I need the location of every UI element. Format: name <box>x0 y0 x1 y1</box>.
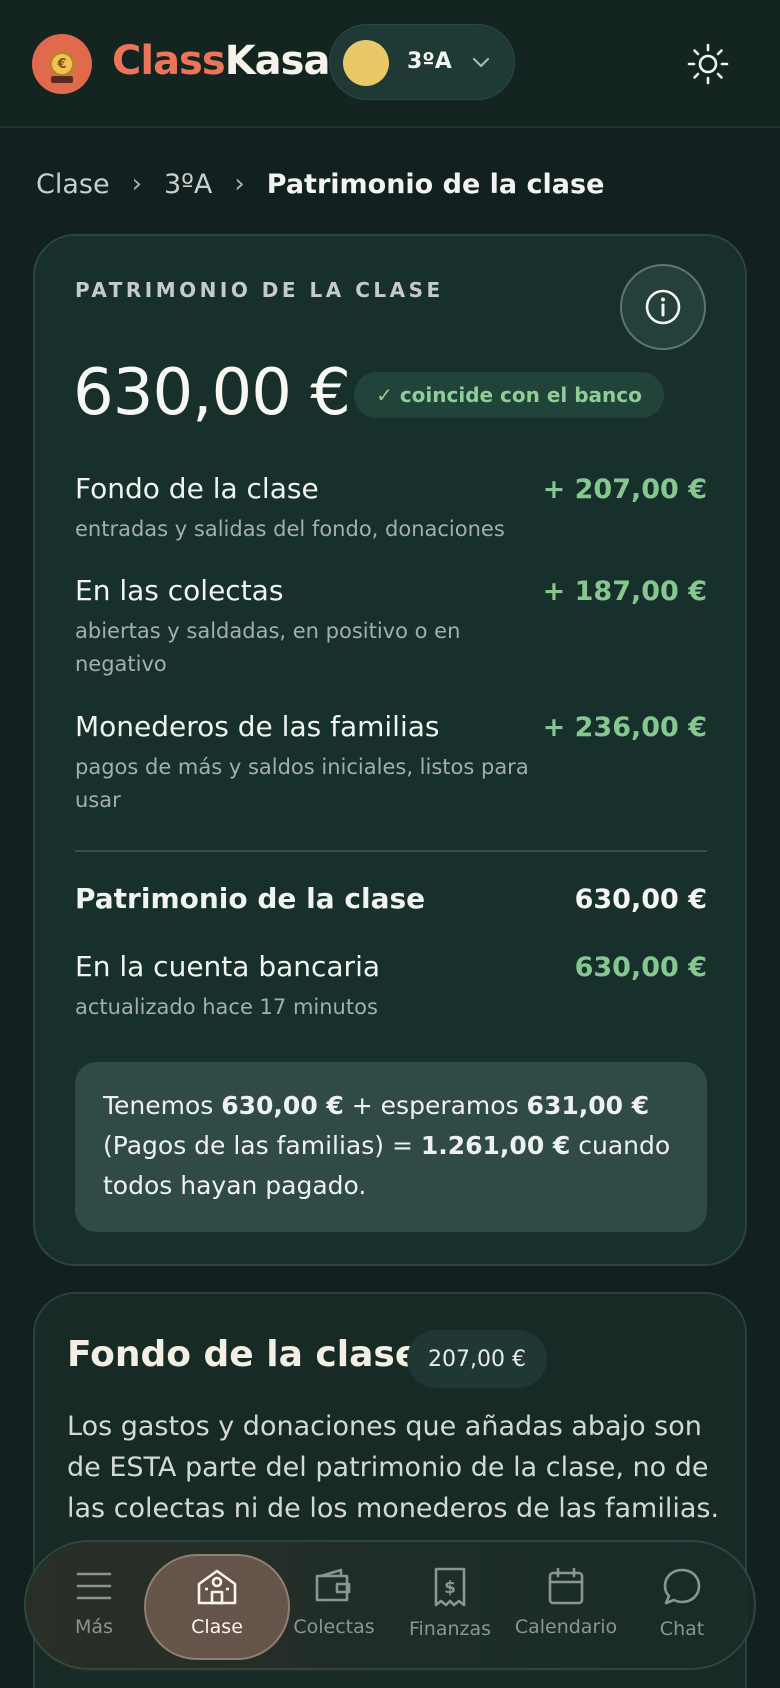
nav-label: Clase <box>191 1616 243 1638</box>
bank-match-badge: ✓ coincide con el banco <box>354 372 664 418</box>
receipt-icon: $ <box>434 1567 466 1607</box>
brand-part1: Class <box>112 38 226 84</box>
menu-icon <box>76 1572 112 1600</box>
school-icon <box>197 1569 237 1605</box>
nav-label: Colectas <box>293 1616 375 1638</box>
breadcrumb-current: Patrimonio de la clase <box>266 168 605 200</box>
divider <box>75 850 707 852</box>
patrimonio-card: PATRIMONIO DE LA CLASE 630,00 € ✓ coinci… <box>33 234 747 1266</box>
row-subtitle: abiertas y saldadas, en positivo o en ne… <box>75 619 461 676</box>
row-bank-account: En la cuenta bancaria actualizado hace 1… <box>75 950 707 1024</box>
row-value: + 187,00 € <box>542 576 707 607</box>
nav-item-calendario[interactable]: Calendario <box>508 1542 624 1672</box>
app-header: € ClassKasa 3ºA <box>0 0 780 128</box>
nav-label: Chat <box>659 1618 705 1640</box>
wallet-icon <box>315 1568 351 1602</box>
breadcrumb-item-class[interactable]: 3ºA <box>164 169 212 200</box>
row-fondo: Fondo de la clase entradas y salidas del… <box>75 472 707 546</box>
brand-name[interactable]: ClassKasa <box>112 38 331 84</box>
nav-item-chat[interactable]: Chat <box>624 1542 740 1672</box>
row-patrimonio-total: Patrimonio de la clase 630,00 € <box>75 882 707 915</box>
class-selector[interactable]: 3ºA <box>329 24 515 100</box>
row-colectas: En las colectas abiertas y saldadas, en … <box>75 574 707 681</box>
row-value: 630,00 € <box>574 952 707 983</box>
coin-logo-icon[interactable]: € <box>32 34 92 94</box>
sun-icon[interactable] <box>686 42 730 86</box>
fondo-amount-badge: 207,00 € <box>407 1330 547 1388</box>
nav-item-colectas[interactable]: Colectas <box>276 1542 392 1672</box>
chevron-down-icon <box>472 57 490 68</box>
info-icon <box>645 289 681 325</box>
expected-total-note: Tenemos 630,00 € + esperamos 631,00 € (P… <box>75 1062 707 1232</box>
row-subtitle: actualizado hace 17 minutos <box>75 995 378 1019</box>
nav-label: Más <box>75 1616 113 1638</box>
breadcrumb-separator-icon: › <box>234 169 245 199</box>
row-subtitle: entradas y salidas del fondo, donaciones <box>75 517 505 541</box>
row-subtitle: pagos de más y saldos iniciales, listos … <box>75 755 529 812</box>
row-value: + 236,00 € <box>542 712 707 743</box>
brand-part2: Kasa <box>224 38 331 84</box>
chat-icon <box>663 1568 701 1605</box>
nav-label: Finanzas <box>408 1618 492 1640</box>
card-kicker: PATRIMONIO DE LA CLASE <box>75 278 444 302</box>
row-value: + 207,00 € <box>542 474 707 505</box>
calendar-icon <box>548 1567 584 1605</box>
svg-text:$: $ <box>444 1578 456 1598</box>
breadcrumb-item-clase[interactable]: Clase <box>36 169 110 200</box>
nav-item-clase[interactable]: Clase <box>159 1542 275 1672</box>
class-selector-label: 3ºA <box>407 49 452 74</box>
section-description: Los gastos y donaciones que añadas abajo… <box>67 1411 720 1524</box>
nav-item-finanzas[interactable]: $ Finanzas <box>392 1542 508 1672</box>
row-monederos: Monederos de las familias pagos de más y… <box>75 710 707 817</box>
row-value: 630,00 € <box>574 884 707 915</box>
total-amount: 630,00 € <box>73 356 351 430</box>
section-title: Fondo de la clase <box>67 1334 420 1375</box>
bottom-navigation: Más Clase Colectas $ Finanzas Calendario… <box>24 1540 758 1672</box>
info-button[interactable] <box>620 264 706 350</box>
nav-item-mas[interactable]: Más <box>36 1542 152 1672</box>
breadcrumb-separator-icon: › <box>131 169 142 199</box>
nav-label: Calendario <box>514 1616 618 1638</box>
breadcrumb: Clase › 3ºA › Patrimonio de la clase <box>36 164 604 204</box>
class-avatar <box>343 40 389 86</box>
